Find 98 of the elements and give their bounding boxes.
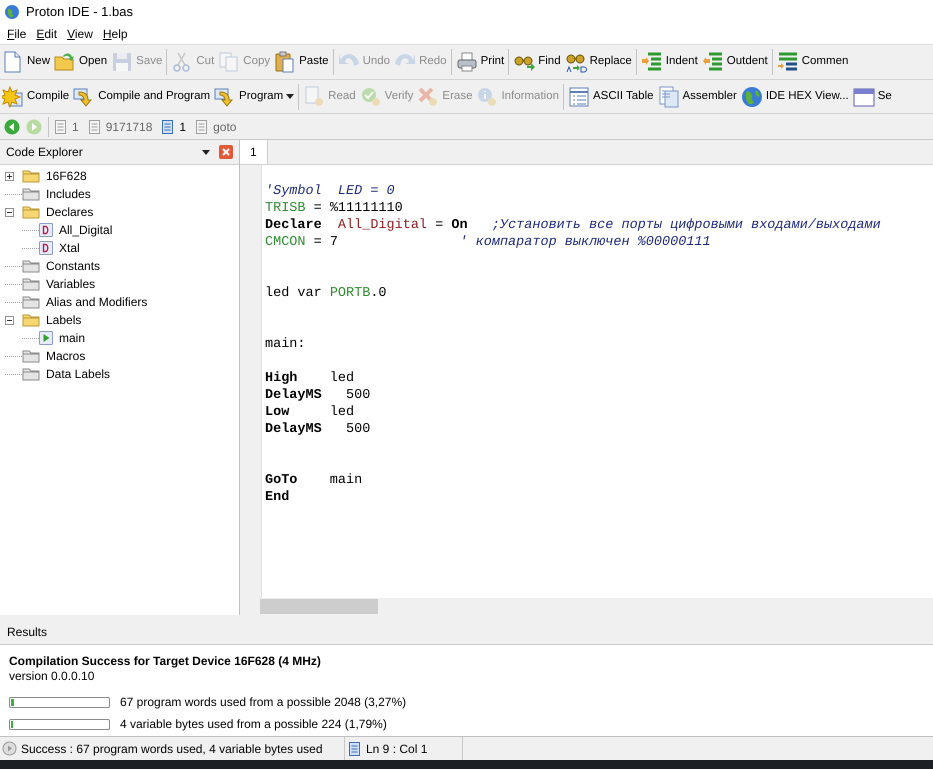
tree-item[interactable]: Xtal — [59, 239, 80, 257]
breadcrumb-item[interactable]: 1 — [72, 118, 79, 136]
tree-item[interactable]: main — [59, 329, 86, 347]
play-icon — [39, 331, 53, 345]
folder-icon — [22, 205, 40, 219]
tree-item[interactable]: Declares — [46, 203, 94, 221]
code-line: DelayMS 500 — [265, 421, 370, 438]
code-line: main: — [265, 336, 306, 353]
toolbar-button[interactable]: Program — [212, 82, 296, 112]
declare-icon — [39, 241, 53, 255]
toolbar-button[interactable]: IDE HEX View... — [738, 82, 851, 112]
window-title: Proton IDE - 1.bas — [26, 3, 133, 22]
outdent-icon — [702, 51, 724, 73]
menu-item[interactable]: Help — [102, 25, 129, 43]
menu-item[interactable]: Edit — [35, 25, 58, 43]
dropdown-icon[interactable] — [202, 150, 210, 154]
tree-item[interactable]: Macros — [46, 347, 86, 365]
code-line: End — [265, 489, 290, 506]
breadcrumb-item[interactable]: goto — [213, 118, 236, 136]
collapse-icon[interactable] — [5, 208, 14, 216]
tree-item[interactable]: Constants — [46, 257, 100, 275]
code-line: Declare All_Digital = On ;Установить все порты цифровыми входами/выходами — [265, 217, 881, 234]
folder-icon — [22, 313, 40, 327]
globe-icon — [4, 4, 20, 20]
code-line: GoTo main — [265, 472, 362, 489]
toolbar-button[interactable]: Paste — [272, 47, 331, 77]
folder-icon — [22, 367, 40, 381]
clipboard-icon — [274, 51, 296, 73]
document-icon — [88, 120, 100, 134]
document-icon — [162, 120, 174, 134]
collapse-icon[interactable] — [5, 316, 14, 324]
editor-tab[interactable]: 1 — [240, 140, 268, 164]
declare-icon — [39, 223, 53, 237]
result-version: version 0.0.0.10 — [9, 669, 96, 684]
toolbar-button[interactable]: Indent — [638, 47, 700, 77]
printer-icon — [456, 51, 478, 73]
folder-icon — [22, 349, 40, 363]
code-line: TRISB = %11111110 — [265, 200, 403, 217]
panel-title: Results — [7, 624, 48, 641]
menu-item[interactable]: View — [66, 25, 94, 43]
document-icon — [658, 86, 680, 108]
indent-icon — [640, 51, 663, 73]
table-icon — [568, 86, 590, 108]
panel-title: Code Explorer — [6, 144, 84, 161]
tree-item[interactable]: 16F628 — [46, 167, 87, 185]
breadcrumb-item[interactable]: 1 — [179, 118, 186, 136]
close-icon[interactable] — [219, 145, 233, 159]
dropdown-icon — [286, 94, 294, 99]
result-heading: Compilation Success for Target Device 16F628 (4 MHz) — [9, 654, 322, 669]
code-line: Low led — [265, 404, 354, 421]
folder-icon — [54, 51, 76, 73]
document-icon — [196, 120, 208, 134]
folder-icon — [22, 295, 40, 309]
usage-text: 67 program words used from a possible 2048 (3,27%) — [120, 694, 406, 711]
toolbar-button[interactable]: Assembler — [656, 82, 739, 112]
code-line: CMCON = 7 ' компаратор выключен %00000111 — [265, 234, 711, 251]
tree-item[interactable]: Variables — [46, 275, 96, 293]
toolbar-button[interactable]: Find — [511, 47, 563, 77]
toolbar-button[interactable]: Replace — [562, 47, 634, 77]
window-icon — [852, 86, 875, 108]
code-line: 'Symbol LED = 0 — [265, 183, 395, 200]
toolbar-button[interactable]: Se — [850, 82, 894, 112]
tree-item[interactable]: All_Digital — [59, 221, 112, 239]
tree-item[interactable]: Data Labels — [46, 365, 110, 383]
toolbar-button[interactable]: Open — [52, 47, 110, 77]
folder-icon — [22, 277, 40, 291]
folder-icon — [22, 259, 40, 273]
toolbar-button[interactable]: Commen — [774, 47, 850, 77]
tree-item[interactable]: Labels — [46, 311, 82, 329]
folder-icon — [22, 169, 40, 183]
toolbar-button[interactable]: Print — [454, 47, 506, 77]
horizontal-scrollbar[interactable] — [240, 598, 933, 615]
floppy-icon — [111, 51, 134, 73]
code-line: led var PORTB.0 — [265, 285, 387, 302]
menu-item[interactable]: File — [6, 25, 28, 43]
back-icon[interactable] — [4, 118, 20, 134]
scrollbar-thumb[interactable] — [260, 599, 378, 614]
comment-icon — [776, 51, 799, 73]
usage-text: 4 variable bytes used from a possible 224 (1,79%) — [120, 716, 387, 733]
document-icon — [55, 120, 66, 134]
toolbar-button[interactable]: Outdent — [700, 47, 770, 77]
play-icon — [2, 741, 17, 756]
expand-icon[interactable] — [5, 172, 14, 180]
tree-item[interactable]: Alias and Modifiers — [46, 293, 148, 311]
code-line: DelayMS 500 — [265, 387, 370, 404]
document-icon — [349, 742, 360, 756]
status-message: Success : 67 program words used, 4 variable bytes used — [21, 740, 322, 758]
toolbar-button[interactable]: Compile — [0, 82, 72, 112]
copy-icon — [218, 51, 240, 73]
breadcrumb-item[interactable]: 9171718 — [106, 118, 152, 136]
toolbar-button[interactable]: New — [0, 47, 52, 77]
cursor-position: Ln 9 : Col 1 — [366, 740, 428, 758]
tree-item[interactable]: Includes — [46, 185, 91, 203]
toolbar-button[interactable]: ASCII Table — [566, 82, 656, 112]
folder-icon — [22, 187, 40, 201]
toolbar-button[interactable]: Compile and Program — [71, 82, 212, 112]
code-line: High led — [265, 370, 354, 387]
globe-icon — [740, 86, 763, 108]
